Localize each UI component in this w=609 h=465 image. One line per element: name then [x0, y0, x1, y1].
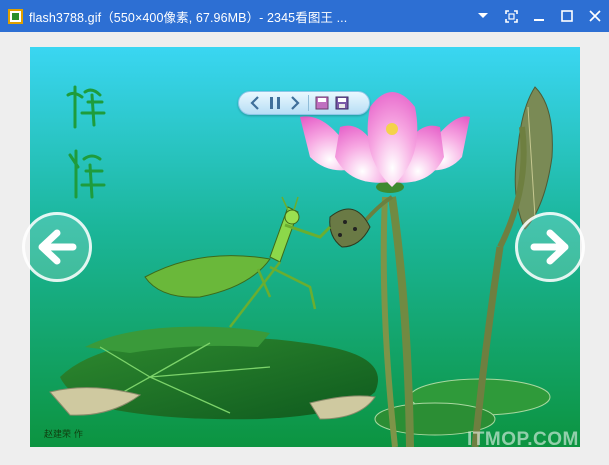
pause-icon: [270, 97, 280, 109]
fullscreen-icon: [504, 9, 518, 23]
pause-button[interactable]: [265, 93, 285, 113]
next-small-icon: [291, 96, 300, 110]
save-as-icon: [335, 96, 349, 110]
close-button[interactable]: [581, 0, 609, 32]
save-as-button[interactable]: [332, 93, 352, 113]
previous-image-button[interactable]: [22, 212, 92, 282]
watermark: ITMOP.COM: [467, 429, 579, 450]
next-image-button[interactable]: [515, 212, 585, 282]
save-button[interactable]: [312, 93, 332, 113]
toolbar-divider: [308, 95, 309, 111]
arrow-right-icon: [530, 229, 569, 265]
image-viewer-icon: [8, 8, 23, 24]
title-bar: flash3788.gif（550×400像素, 67.96MB）- 2345看…: [0, 0, 609, 32]
maximize-icon: [561, 10, 573, 22]
prev-small-icon: [250, 96, 259, 110]
next-small-button[interactable]: [285, 93, 305, 113]
arrow-left-icon: [38, 229, 77, 265]
floating-toolbar: [238, 91, 370, 115]
maximize-button[interactable]: [553, 0, 581, 32]
dropdown-icon: [478, 13, 488, 18]
save-icon: [315, 96, 329, 110]
fullscreen-button[interactable]: [497, 0, 525, 32]
minimize-icon: [534, 19, 544, 21]
close-icon: [589, 10, 601, 22]
minimize-button[interactable]: [525, 0, 553, 32]
window-title: flash3788.gif（550×400像素, 67.96MB）- 2345看…: [29, 10, 348, 25]
window-controls: [469, 0, 609, 32]
prev-small-button[interactable]: [245, 93, 265, 113]
dropdown-button[interactable]: [469, 0, 497, 32]
artist-signature: 赵建荣 作: [44, 428, 83, 440]
